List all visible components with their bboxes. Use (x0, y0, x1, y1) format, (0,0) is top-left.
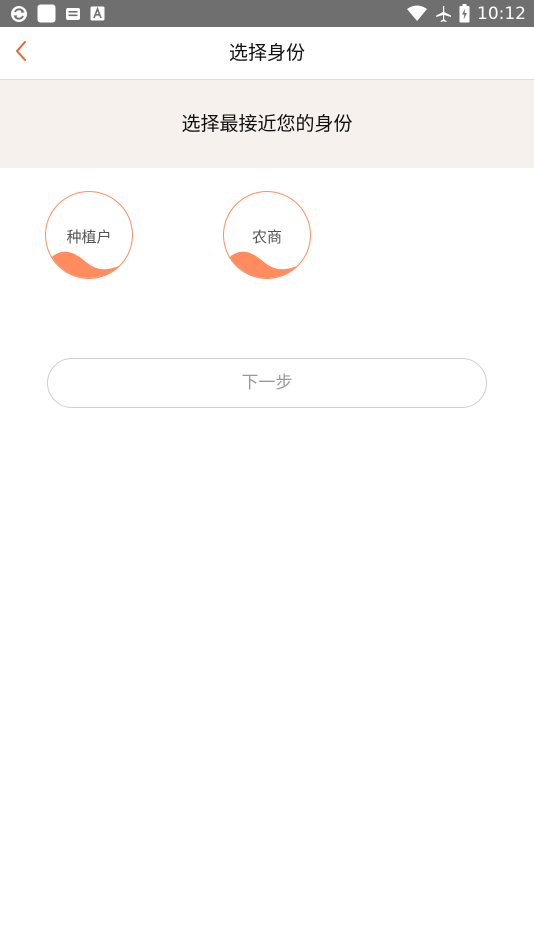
wifi-icon (407, 5, 427, 22)
nav-bar: 选择身份 (0, 27, 534, 80)
role-label: 种植户 (66, 228, 112, 246)
sync-icon (10, 5, 28, 23)
status-time: 10:12 (477, 3, 526, 24)
next-step-button[interactable]: 下一步 (47, 358, 487, 408)
status-bar-system: 10:12 (407, 3, 526, 24)
wave-decoration (46, 251, 132, 278)
wave-decoration (224, 251, 310, 278)
instruction-text: 选择最接近您的身份 (181, 113, 353, 135)
font-a-icon (90, 6, 105, 21)
airplane-mode-icon (434, 5, 452, 23)
role-option-merchant[interactable]: 农商 (223, 191, 311, 279)
page-title: 选择身份 (228, 42, 305, 64)
instruction-banner: 选择最接近您的身份 (0, 80, 534, 168)
status-bar: 10:12 (0, 0, 534, 27)
status-bar-notifications (10, 4, 105, 23)
mail-icon (65, 6, 81, 22)
app-square-icon (37, 4, 56, 23)
role-label: 农商 (251, 228, 282, 246)
battery-icon (459, 4, 470, 23)
role-option-grower[interactable]: 种植户 (45, 191, 133, 279)
